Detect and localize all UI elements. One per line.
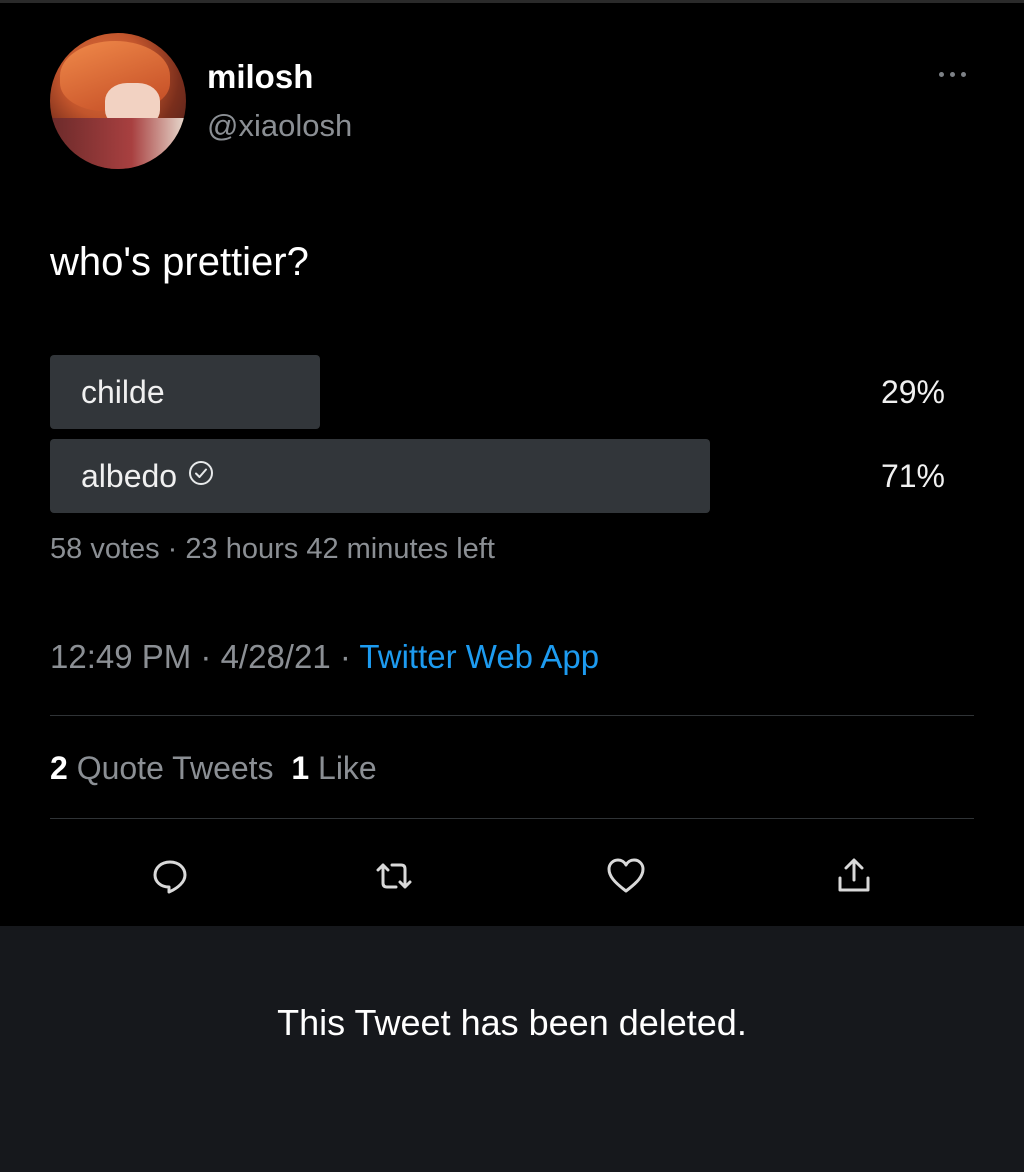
share-button[interactable] bbox=[824, 848, 884, 908]
more-dot bbox=[938, 71, 944, 77]
avatar[interactable] bbox=[50, 33, 186, 169]
more-dot bbox=[960, 71, 966, 77]
author-handle[interactable]: @xiaolosh bbox=[207, 108, 352, 144]
like-label: Like bbox=[318, 750, 377, 786]
heart-icon bbox=[605, 856, 647, 901]
check-circle-icon bbox=[187, 458, 215, 495]
quote-label: Quote Tweets bbox=[76, 750, 274, 786]
avatar-clothing bbox=[50, 118, 186, 169]
poll-option-albedo: albedo 71% bbox=[50, 439, 945, 513]
share-icon bbox=[834, 856, 874, 901]
reply-button[interactable] bbox=[140, 848, 200, 908]
tweet-timestamp: 12:49 PM · 4/28/21 · Twitter Web App bbox=[50, 638, 599, 676]
time-date[interactable]: 12:49 PM · 4/28/21 · bbox=[50, 638, 359, 675]
like-count: 1 bbox=[291, 750, 310, 786]
reply-icon bbox=[150, 856, 190, 901]
poll-option-label: albedo bbox=[81, 458, 178, 494]
divider bbox=[50, 818, 974, 819]
poll-meta: 58 votes · 23 hours 42 minutes left bbox=[50, 533, 495, 565]
retweet-icon bbox=[372, 856, 416, 901]
likes-link[interactable]: 1 Like bbox=[291, 750, 376, 786]
poll-option-percent: 29% bbox=[880, 374, 945, 410]
quote-count: 2 bbox=[50, 750, 68, 786]
more-options-icon[interactable] bbox=[930, 62, 974, 86]
quote-tweets-link[interactable]: 2 Quote Tweets bbox=[50, 750, 274, 786]
poll-option-percent: 71% bbox=[880, 458, 945, 494]
poll-option-childe: childe 29% bbox=[50, 355, 945, 429]
deleted-notice-text: This Tweet has been deleted. bbox=[277, 1002, 747, 1043]
author-display-name[interactable]: milosh bbox=[207, 58, 313, 96]
more-dot bbox=[949, 71, 955, 77]
tweet-text: who's prettier? bbox=[50, 240, 309, 284]
retweet-button[interactable] bbox=[364, 848, 424, 908]
deleted-tweet-notice: This Tweet has been deleted. bbox=[0, 926, 1024, 1172]
tweet: milosh @xiaolosh who's prettier? childe … bbox=[0, 0, 1024, 926]
like-button[interactable] bbox=[596, 848, 656, 908]
divider bbox=[50, 715, 974, 716]
poll-option-label: childe bbox=[81, 374, 165, 410]
source-link[interactable]: Twitter Web App bbox=[359, 638, 599, 675]
tweet-stats: 2 Quote Tweets 1 Like bbox=[50, 750, 377, 787]
